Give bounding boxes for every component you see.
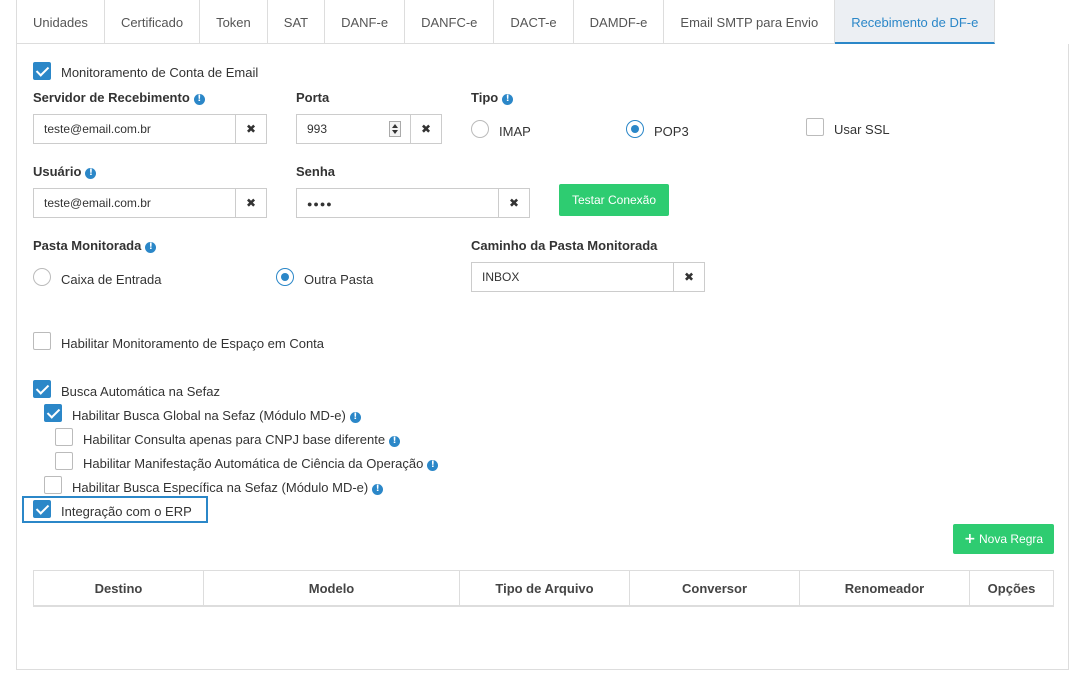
password-value: ●●●● [307, 199, 333, 209]
tab-recebimento-dfe[interactable]: Recebimento de DF-e [835, 0, 996, 44]
specific-search-label-text: Habilitar Busca Específica na Sefaz (Mód… [72, 480, 369, 495]
column-destino[interactable]: Destino [33, 570, 204, 607]
user-input[interactable]: teste@email.com.br ✖ [33, 188, 267, 218]
column-tipo-arquivo[interactable]: Tipo de Arquivo [459, 570, 630, 607]
column-conversor[interactable]: Conversor [629, 570, 800, 607]
password-label: Senha [296, 164, 336, 179]
user-value: teste@email.com.br [44, 196, 151, 210]
auto-manifest-label-text: Habilitar Manifestação Automática de Ciê… [83, 456, 424, 471]
erp-integration-label: Integração com o ERP [61, 504, 192, 519]
folder-inbox-label: Caixa de Entrada [61, 272, 162, 287]
plus-icon: + [963, 531, 976, 547]
info-circle-icon[interactable]: ! [349, 412, 361, 423]
type-pop3-label: POP3 [654, 124, 689, 139]
times-icon[interactable]: ✖ [498, 189, 529, 217]
times-icon[interactable]: ✖ [235, 189, 266, 217]
folder-path-input[interactable]: INBOX ✖ [471, 262, 705, 292]
table-header-row: Destino Modelo Tipo de Arquivo Conversor… [33, 570, 1054, 607]
email-monitoring-checkbox[interactable] [33, 62, 51, 80]
email-monitoring-label: Monitoramento de Conta de Email [61, 65, 259, 80]
ssl-checkbox[interactable] [806, 118, 824, 136]
info-circle-icon[interactable]: ! [85, 168, 97, 179]
port-input[interactable]: 993 ✖ [296, 114, 442, 144]
tab-certificado[interactable]: Certificado [104, 0, 201, 44]
ssl-label: Usar SSL [834, 122, 890, 137]
tab-damdf-e[interactable]: DAMDF-e [573, 0, 665, 44]
type-imap-label: IMAP [499, 124, 531, 139]
type-imap-radio[interactable] [471, 120, 489, 138]
folder-inbox-radio[interactable] [33, 268, 51, 286]
new-rule-button[interactable]: + Nova Regra [953, 524, 1054, 554]
times-icon[interactable]: ✖ [410, 115, 441, 143]
tab-danfc-e[interactable]: DANFC-e [405, 0, 495, 44]
info-circle-icon[interactable]: ! [193, 94, 205, 105]
type-label: Tipo! [471, 90, 514, 105]
specific-search-checkbox[interactable] [44, 476, 62, 494]
tab-danf-e[interactable]: DANF-e [325, 0, 406, 44]
global-search-label-text: Habilitar Busca Global na Sefaz (Módulo … [72, 408, 346, 423]
user-label-text: Usuário [33, 164, 82, 179]
info-circle-icon[interactable]: ! [427, 460, 439, 471]
rules-table: Destino Modelo Tipo de Arquivo Conversor… [33, 570, 1054, 607]
info-circle-icon[interactable]: ! [372, 484, 384, 495]
column-modelo[interactable]: Modelo [203, 570, 460, 607]
cnpj-query-label: Habilitar Consulta apenas para CNPJ base… [83, 432, 401, 447]
server-value: teste@email.com.br [44, 122, 151, 136]
column-opcoes[interactable]: Opções [969, 570, 1054, 607]
server-label-text: Servidor de Recebimento [33, 90, 190, 105]
folder-other-label: Outra Pasta [304, 272, 374, 287]
column-renomeador[interactable]: Renomeador [799, 570, 970, 607]
specific-search-label: Habilitar Busca Específica na Sefaz (Mód… [72, 480, 384, 495]
port-value: 993 [307, 122, 328, 136]
space-monitoring-checkbox[interactable] [33, 332, 51, 350]
user-label: Usuário! [33, 164, 97, 179]
auto-manifest-checkbox[interactable] [55, 452, 73, 470]
folder-other-radio[interactable] [276, 268, 294, 286]
global-search-label: Habilitar Busca Global na Sefaz (Módulo … [72, 408, 361, 423]
new-rule-label: Nova Regra [979, 532, 1044, 546]
tab-bar: Unidades Certificado Token SAT DANF-e DA… [16, 0, 996, 44]
auto-manifest-label: Habilitar Manifestação Automática de Ciê… [83, 456, 439, 471]
info-circle-icon[interactable]: ! [389, 436, 401, 447]
auto-search-checkbox[interactable] [33, 380, 51, 398]
server-input[interactable]: teste@email.com.br ✖ [33, 114, 267, 144]
settings-panel: Monitoramento de Conta de Email Servidor… [16, 44, 1069, 670]
test-connection-button[interactable]: Testar Conexão [559, 184, 669, 216]
folder-label-text: Pasta Monitorada [33, 238, 142, 253]
folder-label: Pasta Monitorada! [33, 238, 157, 253]
tab-dact-e[interactable]: DACT-e [494, 0, 574, 44]
auto-search-label: Busca Automática na Sefaz [61, 384, 220, 399]
info-circle-icon[interactable]: ! [502, 94, 514, 105]
port-label: Porta [296, 90, 330, 105]
port-spinner[interactable] [389, 121, 401, 137]
erp-integration-checkbox[interactable] [33, 500, 51, 518]
tab-unidades[interactable]: Unidades [17, 0, 105, 44]
password-input[interactable]: ●●●● ✖ [296, 188, 530, 218]
tab-email-smtp[interactable]: Email SMTP para Envio [664, 0, 836, 44]
times-icon[interactable]: ✖ [673, 263, 704, 291]
tab-sat[interactable]: SAT [267, 0, 326, 44]
type-pop3-radio[interactable] [626, 120, 644, 138]
info-circle-icon[interactable]: ! [145, 242, 157, 253]
cnpj-query-checkbox[interactable] [55, 428, 73, 446]
times-icon[interactable]: ✖ [235, 115, 266, 143]
space-monitoring-label: Habilitar Monitoramento de Espaço em Con… [61, 336, 325, 351]
folder-path-value: INBOX [482, 270, 520, 284]
cnpj-query-label-text: Habilitar Consulta apenas para CNPJ base… [83, 432, 386, 447]
global-search-checkbox[interactable] [44, 404, 62, 422]
server-label: Servidor de Recebimento! [33, 90, 205, 105]
folder-path-label: Caminho da Pasta Monitorada [471, 238, 658, 253]
type-label-text: Tipo [471, 90, 499, 105]
tab-token[interactable]: Token [200, 0, 268, 44]
